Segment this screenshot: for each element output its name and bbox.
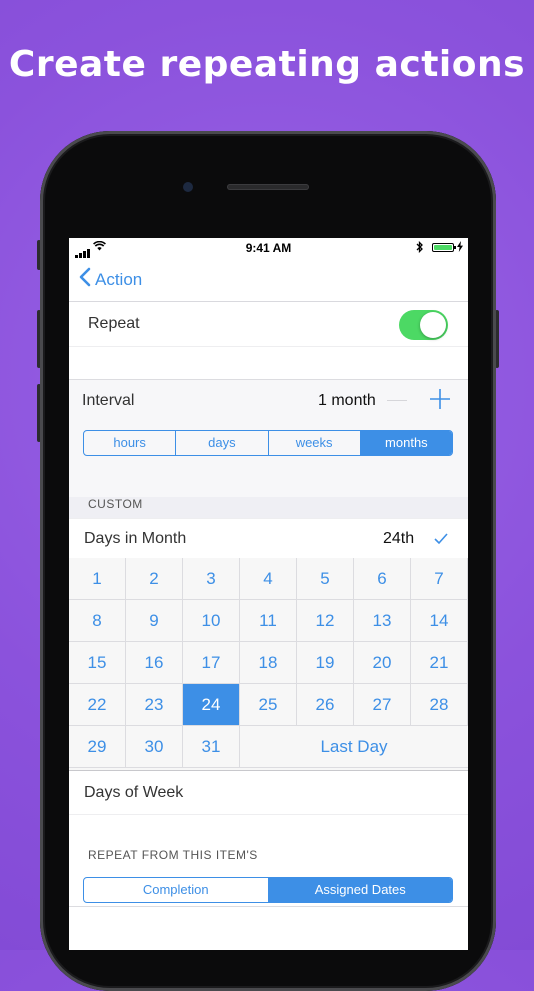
day-8[interactable]: 8 — [69, 600, 126, 642]
repeat-from-segmented-control: Completion Assigned Dates — [83, 877, 453, 903]
custom-section-header: CUSTOM — [88, 497, 143, 511]
day-27[interactable]: 27 — [354, 684, 411, 726]
day-13[interactable]: 13 — [354, 600, 411, 642]
days-in-month-grid: 1 2 3 4 5 6 7 8 9 10 11 12 13 14 15 16 1… — [69, 558, 468, 770]
day-3[interactable]: 3 — [183, 558, 240, 600]
day-19[interactable]: 19 — [297, 642, 354, 684]
day-10[interactable]: 10 — [183, 600, 240, 642]
day-20[interactable]: 20 — [354, 642, 411, 684]
back-label: Action — [95, 269, 143, 289]
unit-weeks[interactable]: weeks — [269, 431, 361, 455]
day-22[interactable]: 22 — [69, 684, 126, 726]
repeat-from-assigned-dates[interactable]: Assigned Dates — [268, 878, 452, 902]
days-of-week-label: Days of Week — [84, 784, 184, 801]
front-camera — [183, 182, 193, 192]
day-29[interactable]: 29 — [69, 726, 126, 768]
status-time: 9:41 AM — [245, 241, 292, 255]
day-1[interactable]: 1 — [69, 558, 126, 600]
day-12[interactable]: 12 — [297, 600, 354, 642]
days-in-month-row[interactable]: Days in Month 24th — [69, 518, 468, 560]
day-26[interactable]: 26 — [297, 684, 354, 726]
unit-days[interactable]: days — [176, 431, 269, 455]
day-6[interactable]: 6 — [354, 558, 411, 600]
interval-label: Interval — [82, 392, 135, 409]
app-screen: 9:41 AM Action Repeat Interval 1 month h… — [69, 238, 468, 950]
day-31[interactable]: 31 — [183, 726, 240, 768]
day-17[interactable]: 17 — [183, 642, 240, 684]
repeat-toggle[interactable] — [399, 310, 448, 340]
interval-decrement-button[interactable] — [387, 400, 407, 401]
day-4[interactable]: 4 — [240, 558, 297, 600]
days-in-month-label: Days in Month — [84, 530, 187, 547]
plus-icon — [430, 389, 450, 409]
day-7[interactable]: 7 — [411, 558, 468, 600]
day-24-selected[interactable]: 24 — [183, 684, 240, 726]
day-15[interactable]: 15 — [69, 642, 126, 684]
days-in-month-value: 24th — [383, 530, 415, 547]
day-25[interactable]: 25 — [240, 684, 297, 726]
day-5[interactable]: 5 — [297, 558, 354, 600]
day-9[interactable]: 9 — [126, 600, 183, 642]
unit-hours[interactable]: hours — [84, 431, 177, 455]
chevron-left-icon — [79, 267, 91, 292]
day-16[interactable]: 16 — [126, 642, 183, 684]
battery-icon — [432, 243, 456, 252]
charging-bolt-icon — [457, 241, 463, 255]
repeat-row: Repeat — [69, 302, 468, 346]
repeat-from-panel: REPEAT FROM THIS ITEM'S Completion Assig… — [69, 814, 468, 907]
last-day-button[interactable]: Last Day — [240, 726, 468, 768]
bluetooth-icon — [416, 240, 424, 256]
interval-increment-button[interactable] — [429, 388, 451, 415]
checkmark-icon — [434, 532, 448, 550]
unit-months[interactable]: months — [360, 431, 452, 455]
day-30[interactable]: 30 — [126, 726, 183, 768]
navigation-bar: Action — [69, 258, 468, 302]
repeat-spacer — [69, 346, 468, 379]
earpiece-speaker — [227, 184, 309, 190]
days-of-week-row[interactable]: Days of Week — [69, 770, 468, 815]
interval-value: 1 month — [318, 392, 376, 409]
day-14[interactable]: 14 — [411, 600, 468, 642]
bottom-cell — [69, 906, 468, 950]
repeat-from-header: REPEAT FROM THIS ITEM'S — [88, 848, 258, 862]
repeat-from-completion[interactable]: Completion — [84, 878, 269, 902]
day-2[interactable]: 2 — [126, 558, 183, 600]
back-button[interactable]: Action — [79, 267, 142, 292]
status-bar: 9:41 AM — [69, 238, 468, 258]
day-18[interactable]: 18 — [240, 642, 297, 684]
interval-unit-segmented-control: hours days weeks months — [83, 430, 453, 456]
headline: Create repeating actions — [8, 44, 526, 85]
day-28[interactable]: 28 — [411, 684, 468, 726]
day-11[interactable]: 11 — [240, 600, 297, 642]
interval-panel: Interval 1 month hours days weeks months — [69, 379, 468, 497]
day-23[interactable]: 23 — [126, 684, 183, 726]
day-21[interactable]: 21 — [411, 642, 468, 684]
repeat-label: Repeat — [88, 315, 140, 332]
